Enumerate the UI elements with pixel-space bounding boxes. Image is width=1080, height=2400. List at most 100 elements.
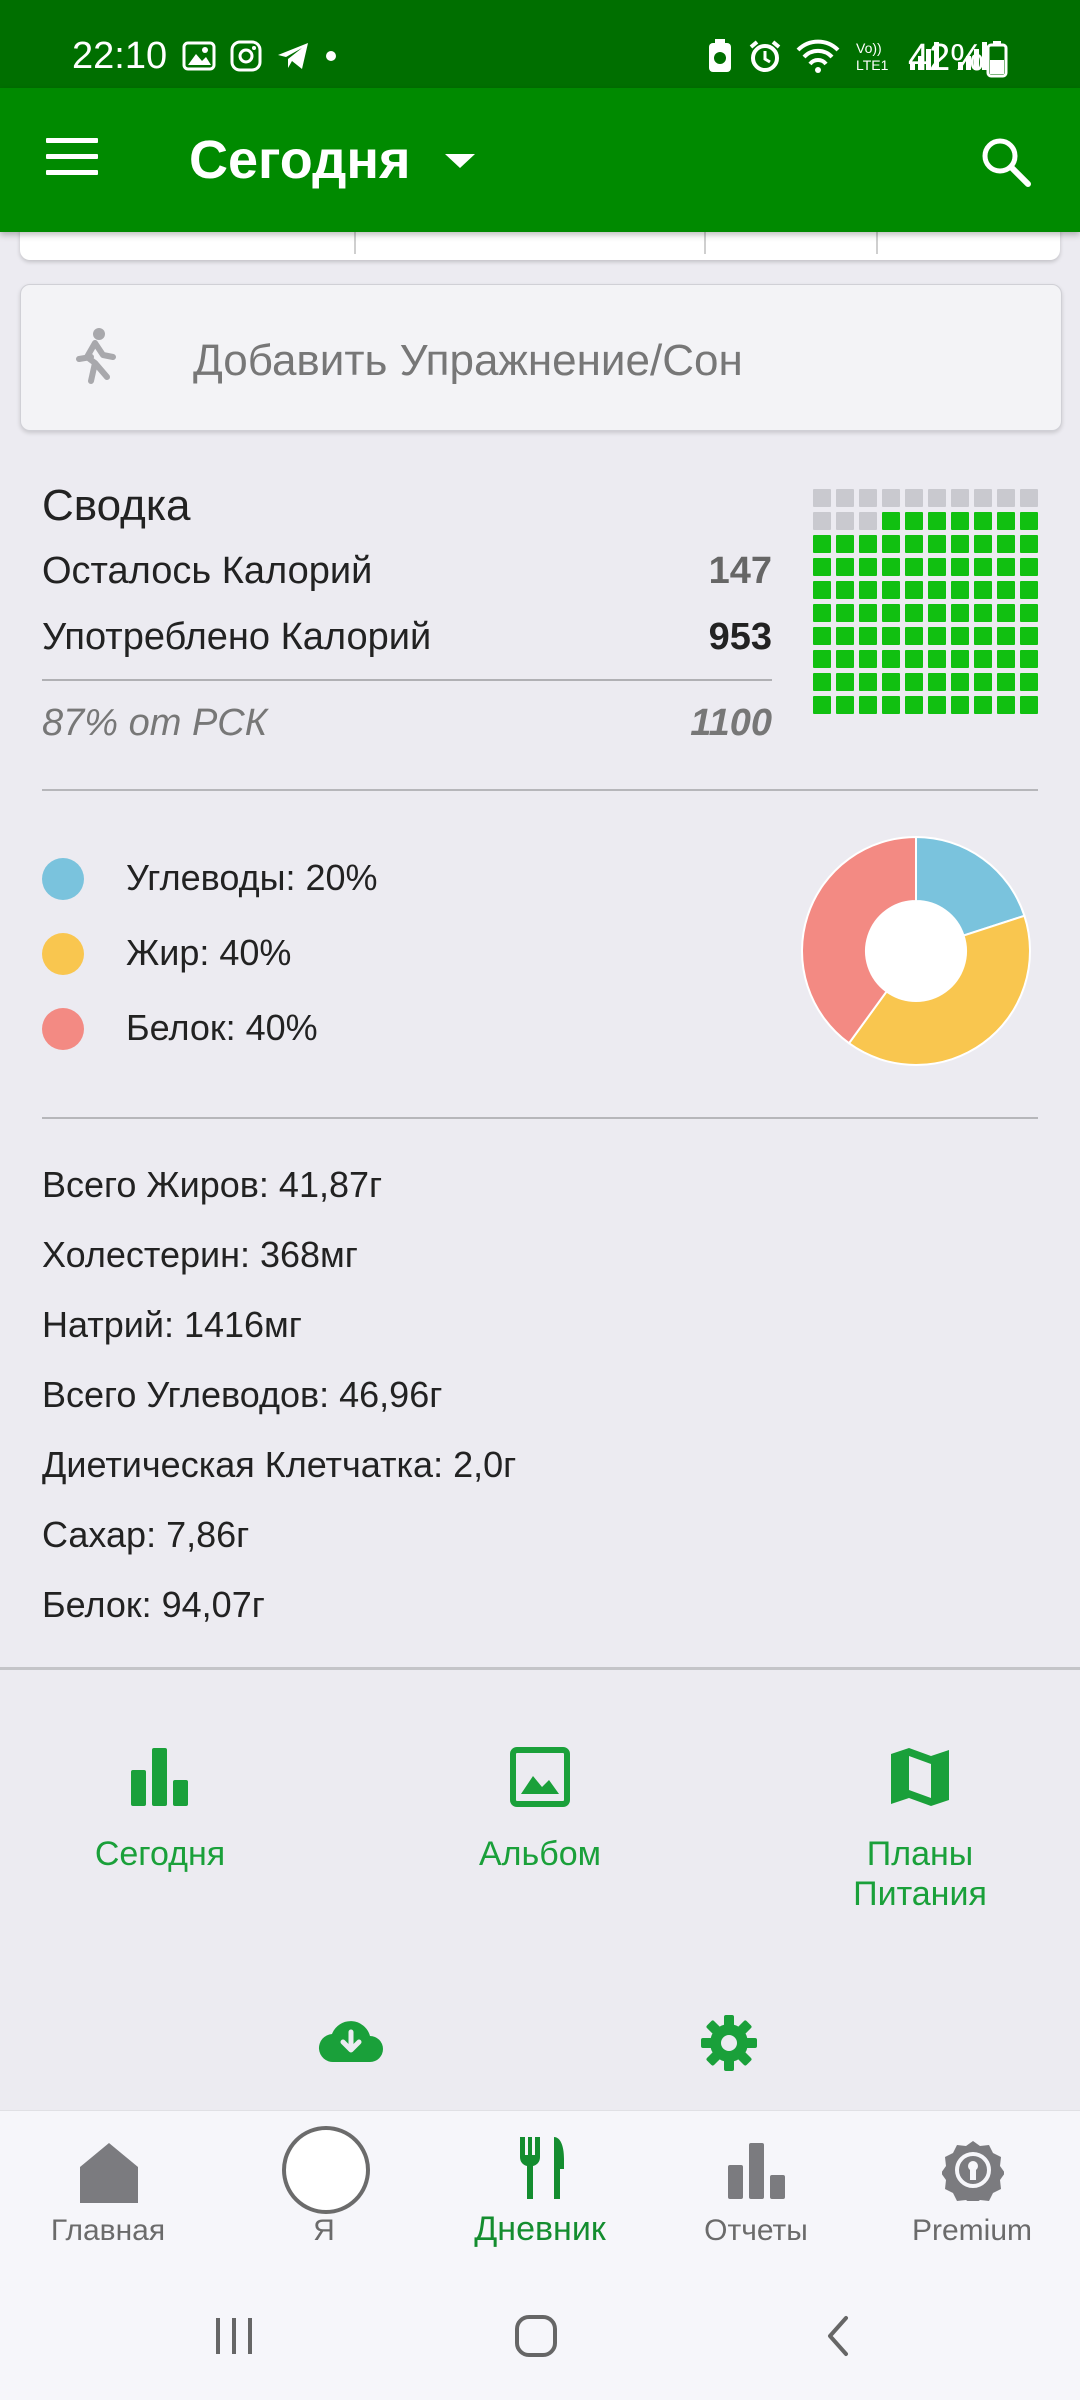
nutrient-fiber: Диетическая Клетчатка: 2,0г [42, 1444, 517, 1485]
progress-cell [905, 581, 923, 599]
summary-title: Сводка [42, 481, 191, 530]
progress-cell [951, 489, 969, 507]
progress-cell [882, 673, 900, 691]
progress-cell [974, 581, 992, 599]
progress-cell [905, 535, 923, 553]
quick-link-album[interactable]: Альбом [420, 1746, 660, 1874]
progress-cell [974, 627, 992, 645]
recent-apps-icon[interactable] [212, 2314, 256, 2358]
progress-cell [1020, 696, 1038, 714]
menu-button[interactable] [46, 138, 98, 178]
remaining-calories-value: 147 [708, 550, 772, 592]
progress-cell [882, 558, 900, 576]
progress-cell [859, 696, 877, 714]
progress-cell [1020, 535, 1038, 553]
section-divider [42, 789, 1038, 791]
nav-diary[interactable]: Дневник [432, 2111, 648, 2273]
search-icon[interactable] [978, 134, 1034, 190]
caret-down-icon[interactable] [445, 154, 475, 168]
progress-cell [974, 673, 992, 691]
progress-cell [905, 627, 923, 645]
progress-cell [905, 604, 923, 622]
progress-cell [813, 489, 831, 507]
home-icon [80, 2143, 138, 2203]
gallery-icon [182, 41, 216, 71]
progress-cell [813, 627, 831, 645]
progress-cell [882, 535, 900, 553]
progress-cell [813, 673, 831, 691]
progress-cell [1020, 673, 1038, 691]
remaining-calories-row: Осталось Калорий 147 [42, 548, 772, 594]
progress-cell [974, 650, 992, 668]
progress-cell [997, 604, 1015, 622]
progress-cell [859, 558, 877, 576]
premium-badge-icon [942, 2141, 1004, 2201]
add-exercise-label: Добавить Упражнение/Сон [193, 336, 743, 385]
progress-cell [928, 489, 946, 507]
progress-cell [951, 581, 969, 599]
nav-reports[interactable]: Отчеты [648, 2111, 864, 2273]
fork-knife-icon [520, 2137, 564, 2199]
progress-cell [1020, 581, 1038, 599]
consumed-calories-value: 953 [708, 616, 772, 658]
progress-cell [974, 489, 992, 507]
battery-percent: 42% [908, 37, 985, 79]
progress-cell [997, 650, 1015, 668]
progress-cell [836, 696, 854, 714]
gear-icon[interactable] [699, 2013, 759, 2073]
add-exercise-button[interactable]: Добавить Упражнение/Сон [20, 284, 1062, 431]
dot-icon [326, 51, 336, 61]
progress-cell [928, 696, 946, 714]
nav-premium[interactable]: Premium [864, 2111, 1080, 2273]
nav-reports-label: Отчеты [704, 2214, 808, 2247]
progress-cell [974, 535, 992, 553]
progress-cell [951, 535, 969, 553]
progress-cell [882, 581, 900, 599]
telegram-icon [278, 43, 308, 69]
progress-cell [859, 512, 877, 530]
map-icon [891, 1748, 949, 1806]
progress-cell [836, 512, 854, 530]
quick-link-today[interactable]: Сегодня [40, 1746, 280, 1874]
progress-cell [859, 489, 877, 507]
running-person-icon [76, 328, 116, 384]
progress-cell [997, 558, 1015, 576]
progress-cell [951, 558, 969, 576]
nutrient-sugar: Сахар: 7,86г [42, 1514, 250, 1555]
progress-cell [951, 627, 969, 645]
progress-cell [813, 535, 831, 553]
progress-cell [905, 673, 923, 691]
macro-donut-chart [801, 835, 1031, 1066]
progress-cell [928, 604, 946, 622]
cloud-download-icon[interactable] [318, 2018, 384, 2064]
battery-saver-icon [709, 39, 731, 72]
progress-cell [859, 650, 877, 668]
progress-cell [836, 535, 854, 553]
svg-text:LTE1: LTE1 [856, 57, 889, 73]
calorie-progress-grid [813, 489, 1041, 717]
consumed-calories-label: Употреблено Калорий [42, 616, 432, 658]
quick-link-meal-plans[interactable]: Планы Питания [800, 1746, 1040, 1914]
progress-cell [974, 696, 992, 714]
nav-premium-label: Premium [911, 2214, 1032, 2247]
progress-cell [974, 558, 992, 576]
nutrient-cholesterol: Холестерин: 368мг [42, 1234, 358, 1275]
quick-link-album-label: Альбом [479, 1835, 601, 1873]
battery-icon [986, 41, 1008, 78]
fat-color-dot [42, 933, 84, 975]
nav-home[interactable]: Главная [0, 2111, 216, 2273]
home-circle-icon[interactable] [512, 2314, 560, 2358]
quick-link-meal-plans-label: Планы Питания [853, 1835, 987, 1913]
nav-me[interactable]: Я [216, 2111, 432, 2273]
progress-cell [928, 650, 946, 668]
progress-cell [882, 650, 900, 668]
progress-cell [951, 604, 969, 622]
progress-cell [997, 673, 1015, 691]
alarm-icon [749, 40, 781, 72]
bottom-navigation: Главная Я Дневник Отчеты Premium [0, 2110, 1080, 2273]
back-icon[interactable] [822, 2314, 854, 2358]
page-title[interactable]: Сегодня [189, 128, 410, 192]
progress-cell [836, 489, 854, 507]
progress-cell [1020, 489, 1038, 507]
progress-cell [905, 696, 923, 714]
